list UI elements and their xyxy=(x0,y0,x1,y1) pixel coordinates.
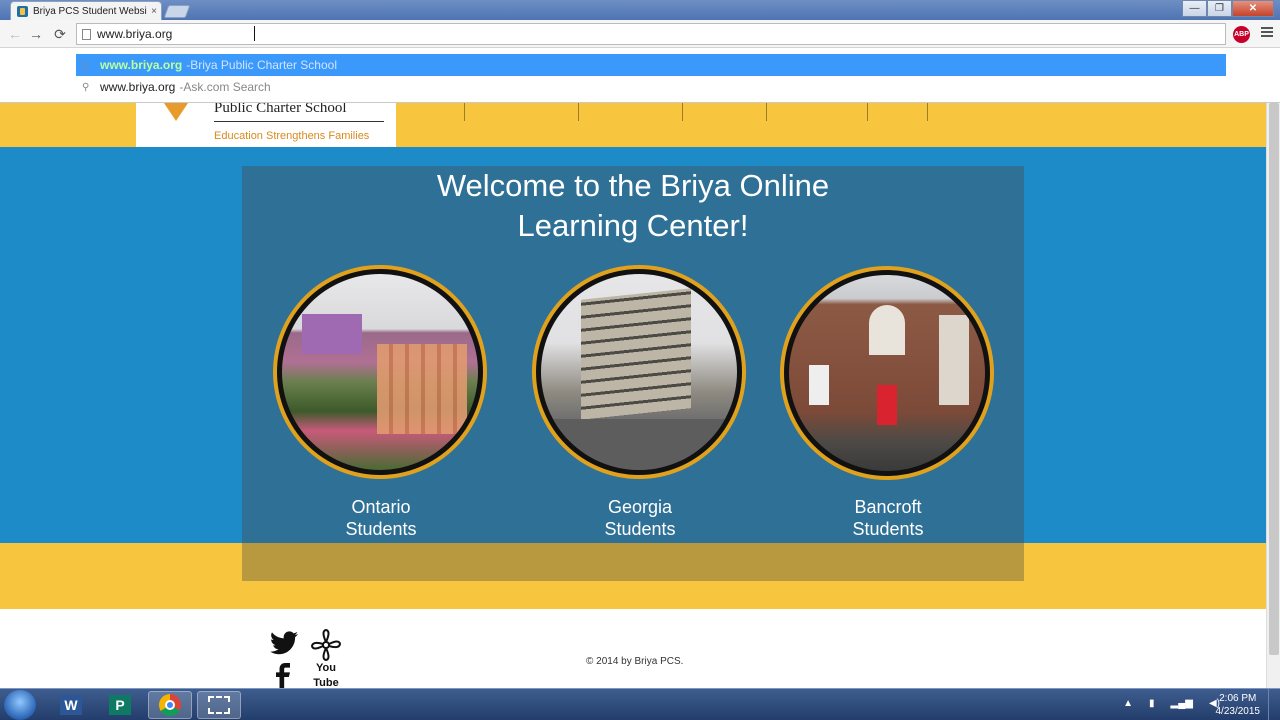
suggestion-item[interactable]: ▯ www.briya.org - Briya Public Charter S… xyxy=(76,54,1226,76)
campus-label-line2: Students xyxy=(604,519,676,539)
new-tab-button[interactable] xyxy=(163,5,191,18)
facebook-icon[interactable] xyxy=(274,663,292,688)
battery-icon[interactable]: ▮ xyxy=(1149,698,1155,709)
nav-separator xyxy=(766,103,767,121)
windows-taskbar: W P ▲ ▮ ▂▄▆ ◀) 2:06 PM 4/23/2015 xyxy=(0,688,1280,720)
browser-titlebar: Briya PCS Student Website × — ❐ ✕ xyxy=(0,0,1280,20)
site-logo[interactable]: Public Charter School Education Strength… xyxy=(136,103,396,147)
nav-separator xyxy=(927,103,928,121)
nav-separator xyxy=(464,103,465,121)
forward-arrow-icon[interactable]: → xyxy=(27,25,45,43)
webpage: Public Charter School Education Strength… xyxy=(0,103,1266,688)
text-cursor-icon xyxy=(254,26,256,41)
close-window-button[interactable]: ✕ xyxy=(1232,0,1274,17)
publisher-taskbar-icon[interactable]: P xyxy=(98,691,142,719)
suggestion-description: Briya Public Charter School xyxy=(190,58,337,72)
clock-time: 2:06 PM xyxy=(1219,693,1257,704)
window-controls: — ❐ ✕ xyxy=(1182,0,1274,17)
suggestion-item[interactable]: ⚲ www.briya.org - Ask.com Search xyxy=(76,76,1226,98)
show-desktop-button[interactable] xyxy=(1268,689,1280,720)
campus-label-line2: Students xyxy=(852,519,924,539)
omnibox-suggestions: ▯ www.briya.org - Briya Public Charter S… xyxy=(0,48,1280,103)
georgia-campus-photo[interactable] xyxy=(532,265,746,479)
publisher-icon: P xyxy=(109,695,131,715)
chrome-menu-icon[interactable] xyxy=(1261,27,1273,39)
page-icon xyxy=(82,28,91,40)
welcome-heading: Welcome to the Briya Online Learning Cen… xyxy=(242,166,1024,246)
network-icon[interactable]: ▂▄▆ xyxy=(1171,698,1193,709)
nav-separator xyxy=(867,103,868,121)
copyright-text: © 2014 by Briya PCS. xyxy=(586,656,684,667)
word-taskbar-icon[interactable]: W xyxy=(49,691,93,719)
logo-divider xyxy=(214,121,384,122)
address-bar[interactable]: www.briya.org xyxy=(76,23,1226,45)
ontario-students-link[interactable]: Ontario Students xyxy=(281,496,481,540)
campus-label-line1: Georgia xyxy=(607,497,673,517)
taskbar-clock[interactable]: 2:06 PM 4/23/2015 xyxy=(1216,692,1261,718)
system-tray: ▲ ▮ ▂▄▆ ◀) xyxy=(1123,698,1220,709)
welcome-line-2: Learning Center! xyxy=(517,208,749,243)
page-scrollbar[interactable] xyxy=(1266,103,1280,688)
minimize-button[interactable]: — xyxy=(1182,0,1207,17)
search-icon: ⚲ xyxy=(82,81,90,93)
word-icon: W xyxy=(60,695,82,715)
flower-icon[interactable] xyxy=(311,629,341,661)
suggestion-description: Ask.com Search xyxy=(183,80,271,94)
campus-label-line2: Students xyxy=(345,519,417,539)
suggestion-url: www.briya.org xyxy=(100,58,183,72)
ontario-campus-photo[interactable] xyxy=(273,265,487,479)
campus-label-line1: Bancroft xyxy=(854,497,922,517)
show-hidden-icons-icon[interactable]: ▲ xyxy=(1123,698,1133,709)
suggestion-url: www.briya.org xyxy=(100,80,176,94)
logo-name: Public Charter School xyxy=(214,103,347,116)
start-button[interactable] xyxy=(4,690,36,720)
logo-tagline: Education Strengthens Families xyxy=(214,130,370,142)
adblock-plus-icon[interactable]: ABP xyxy=(1233,26,1250,43)
chrome-taskbar-icon[interactable] xyxy=(148,691,192,719)
georgia-students-link[interactable]: Georgia Students xyxy=(540,496,740,540)
address-bar-text: www.briya.org xyxy=(97,27,173,41)
campus-label-line1: Ontario xyxy=(351,497,411,517)
tab-close-icon[interactable]: × xyxy=(147,6,161,17)
chrome-icon xyxy=(159,694,181,716)
twitter-icon[interactable] xyxy=(270,631,298,655)
screen: Briya PCS Student Website × — ❐ ✕ ← → ⟳ … xyxy=(0,0,1280,720)
maximize-button[interactable]: ❐ xyxy=(1207,0,1232,17)
nav-separator xyxy=(578,103,579,121)
welcome-line-1: Welcome to the Briya Online xyxy=(436,168,830,203)
bancroft-campus-photo[interactable] xyxy=(780,266,994,480)
page-icon: ▯ xyxy=(82,59,88,71)
clock-date: 4/23/2015 xyxy=(1215,706,1261,717)
welcome-panel-base xyxy=(242,543,1024,581)
tab-title: Briya PCS Student Website xyxy=(33,5,147,17)
briya-logo-icon xyxy=(164,103,188,121)
site-footer: You Tube © 2014 by Briya PCS. xyxy=(0,609,1266,688)
briya-favicon-icon xyxy=(17,5,28,17)
browser-tab[interactable]: Briya PCS Student Website × xyxy=(10,1,162,20)
nav-separator xyxy=(682,103,683,121)
youtube-icon[interactable]: You Tube xyxy=(311,661,341,688)
snipping-tool-taskbar-icon[interactable] xyxy=(197,691,241,719)
browser-toolbar: ← → ⟳ www.briya.org ABP xyxy=(0,20,1280,48)
back-arrow-icon[interactable]: ← xyxy=(6,25,24,43)
scrollbar-thumb[interactable] xyxy=(1269,103,1279,655)
snipping-tool-icon xyxy=(208,696,230,714)
reload-icon[interactable]: ⟳ xyxy=(51,25,69,43)
bancroft-students-link[interactable]: Bancroft Students xyxy=(788,496,988,540)
